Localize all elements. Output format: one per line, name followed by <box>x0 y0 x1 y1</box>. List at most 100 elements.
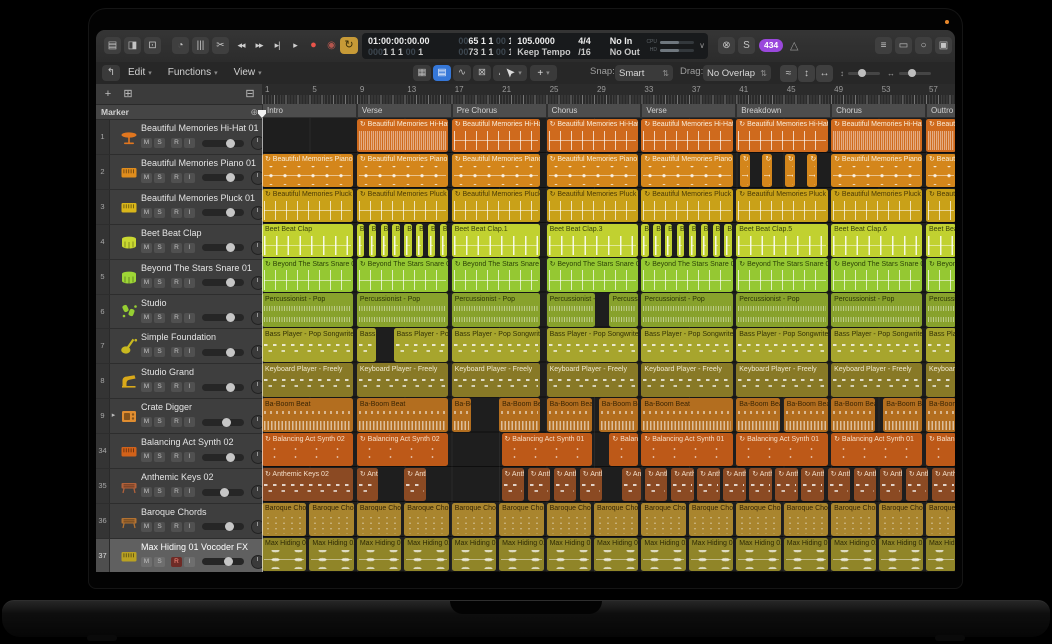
track-r-button[interactable]: R <box>171 243 182 253</box>
region[interactable]: Ba-Boom Beat <box>831 398 875 431</box>
volume-knob[interactable] <box>226 453 235 462</box>
region[interactable]: ↻ Anthemic Keys 02 <box>749 468 772 501</box>
region[interactable]: Max Hiding 01 Vocoder FX <box>879 538 923 571</box>
region[interactable]: Max Hiding 01 Vocoder FX <box>357 538 401 571</box>
region[interactable]: ↻ Balancing Act Synth 01 <box>609 433 637 466</box>
region[interactable]: B <box>713 224 720 257</box>
region[interactable]: Baroque Chords <box>689 503 733 536</box>
region[interactable]: Bass Player - Pop Songwriter <box>641 328 732 361</box>
menu-view[interactable]: View▾ <box>234 65 262 82</box>
track-i-button[interactable]: I <box>184 522 195 532</box>
track-i-button[interactable]: I <box>184 138 195 148</box>
region[interactable]: ↻ Beautiful Memories Pluck 02.2 <box>641 189 732 222</box>
region[interactable]: Bass Player - Pop Songwriter <box>547 328 638 361</box>
region[interactable]: ↻ Anthemic Keys 02 <box>502 468 525 501</box>
volume-knob[interactable] <box>226 313 235 322</box>
region[interactable]: ↻ Balancing Act Synth 02 <box>262 433 353 466</box>
back-button[interactable]: ↰ <box>102 65 120 81</box>
track-r-button[interactable]: R <box>171 522 182 532</box>
horizontal-auto-zoom-button[interactable]: ↔ <box>816 65 833 82</box>
region[interactable]: ↻ Anthemic Keys 02 <box>404 468 425 501</box>
region[interactable]: ↻ Anthemic Keys 02 <box>528 468 551 501</box>
region[interactable]: Ba-Boom Beat <box>547 398 592 431</box>
track-r-button[interactable]: R <box>171 173 182 183</box>
snap-dropdown[interactable]: Smart ⇅ <box>615 65 673 81</box>
track-i-button[interactable]: I <box>184 243 195 253</box>
track-volume-slider[interactable] <box>202 140 244 147</box>
track-s-button[interactable]: S <box>154 138 165 148</box>
region[interactable]: Bass Player - Pop Songwriter <box>831 328 922 361</box>
editors-button[interactable]: ✂ <box>212 37 229 54</box>
region[interactable]: Beet Beat Clap.1 <box>452 224 540 257</box>
track-m-button[interactable]: M <box>141 278 152 288</box>
region[interactable]: ↻ Beautiful Memories Pluck 02.3 <box>736 189 827 222</box>
tuner-button[interactable]: ⊗ <box>718 37 735 54</box>
region[interactable]: Ba-Boom Beat <box>926 398 955 431</box>
region[interactable]: Keyboard Player - Freely <box>262 363 353 396</box>
region[interactable]: Bass Player - Pop Songwriter <box>736 328 827 361</box>
region[interactable]: ↻ Beautiful Memories Piano 02 <box>452 154 540 187</box>
track-r-button[interactable]: R <box>171 452 182 462</box>
list-editors-button[interactable]: ≡ <box>875 37 892 54</box>
region[interactable]: ↻ Anthemic Keys 02 <box>697 468 720 501</box>
track-volume-slider[interactable] <box>202 174 244 181</box>
track-m-button[interactable]: M <box>141 487 152 497</box>
region[interactable]: ↻ Beyond The Stars Snare 01 <box>262 258 353 291</box>
region[interactable]: Ba-Boom Beat <box>452 398 471 431</box>
region[interactable]: ↻ Beyond The Stars Snare 02.1 <box>547 258 638 291</box>
region[interactable]: Bass Player - Pop Songwriter <box>452 328 540 361</box>
track-header-2[interactable]: 2Beautiful Memories Piano 01MSRI <box>96 155 262 190</box>
region[interactable]: Max Hiding 01 Vocoder FX <box>831 538 875 571</box>
track-m-button[interactable]: M <box>141 557 152 567</box>
region[interactable]: B <box>428 224 435 257</box>
region[interactable]: ↻ Beyond The Stars Snare 02.2 <box>641 258 732 291</box>
region[interactable]: Percussionist - Pop <box>262 293 353 326</box>
track-s-button[interactable]: S <box>154 522 165 532</box>
track-i-button[interactable]: I <box>184 278 195 288</box>
solo-button[interactable]: S <box>738 37 755 54</box>
marker-section[interactable]: Verse <box>358 104 451 117</box>
disclosure-icon[interactable]: ▸ <box>110 399 117 433</box>
region[interactable]: ↻ Beautiful Memories Pluck 01.1 <box>357 189 448 222</box>
region[interactable]: ↻ Beautiful Memories Piano 01.2 <box>831 154 922 187</box>
lcd-chevron-icon[interactable]: ∨ <box>699 41 705 50</box>
track-r-button[interactable]: R <box>171 382 182 392</box>
region[interactable]: Max Hiding 01 Vocoder FX <box>594 538 638 571</box>
region[interactable]: ↻ Beautiful Memories Piano 02.2 <box>641 154 732 187</box>
note-pads-button[interactable]: ▭ <box>895 37 912 54</box>
region[interactable]: ↻ Beautiful Memories Hi-Hat 03.1 <box>357 119 448 152</box>
metronome-icon[interactable]: △ <box>790 38 798 54</box>
region[interactable]: ↻ Balancing Act Synth 01 <box>831 433 922 466</box>
track-header-6[interactable]: 6StudioMSRI <box>96 295 262 330</box>
volume-knob[interactable] <box>225 522 234 531</box>
region[interactable]: Bass Player - Pop Songwriter <box>926 328 955 361</box>
region[interactable]: ↻ Anthemic Keys 02 <box>357 468 378 501</box>
region[interactable]: Max Hiding 01 Vocoder FX <box>926 538 955 571</box>
track-s-button[interactable]: S <box>154 243 165 253</box>
horizontal-zoom-slider[interactable]: ↔ <box>887 65 931 81</box>
region[interactable]: Baroque Chords <box>547 503 591 536</box>
command-tool-button[interactable]: + ▾ <box>530 65 557 81</box>
region[interactable]: Baroque Chords <box>784 503 828 536</box>
quick-help-toggle-button[interactable]: ⊡ <box>144 37 161 54</box>
region[interactable]: ↻ Anthemic Keys 02 <box>932 468 955 501</box>
region[interactable]: Bass Player - Pop Songwriter <box>357 328 376 361</box>
track-m-button[interactable]: M <box>141 417 152 427</box>
region[interactable]: B <box>357 224 364 257</box>
fast-forward-button[interactable]: ▸▸ <box>250 37 268 54</box>
region[interactable]: Percussionist - Pop <box>736 293 827 326</box>
track-i-button[interactable]: I <box>184 382 195 392</box>
region[interactable]: ↻ Anthemic Keys 02 <box>880 468 903 501</box>
region[interactable]: Percussionist - Pop <box>926 293 955 326</box>
region[interactable]: Baroque Chords <box>736 503 780 536</box>
volume-knob[interactable] <box>226 383 235 392</box>
track-i-button[interactable]: I <box>184 417 195 427</box>
region[interactable]: B <box>653 224 660 257</box>
track-header-9[interactable]: 9▸Crate DiggerMSRI <box>96 399 262 434</box>
volume-knob[interactable] <box>226 348 235 357</box>
region[interactable]: Baroque Chords <box>594 503 638 536</box>
track-volume-slider[interactable] <box>202 419 244 426</box>
track-s-button[interactable]: S <box>154 452 165 462</box>
library-toggle-button[interactable]: ▤ <box>104 37 121 54</box>
region[interactable]: B <box>404 224 411 257</box>
